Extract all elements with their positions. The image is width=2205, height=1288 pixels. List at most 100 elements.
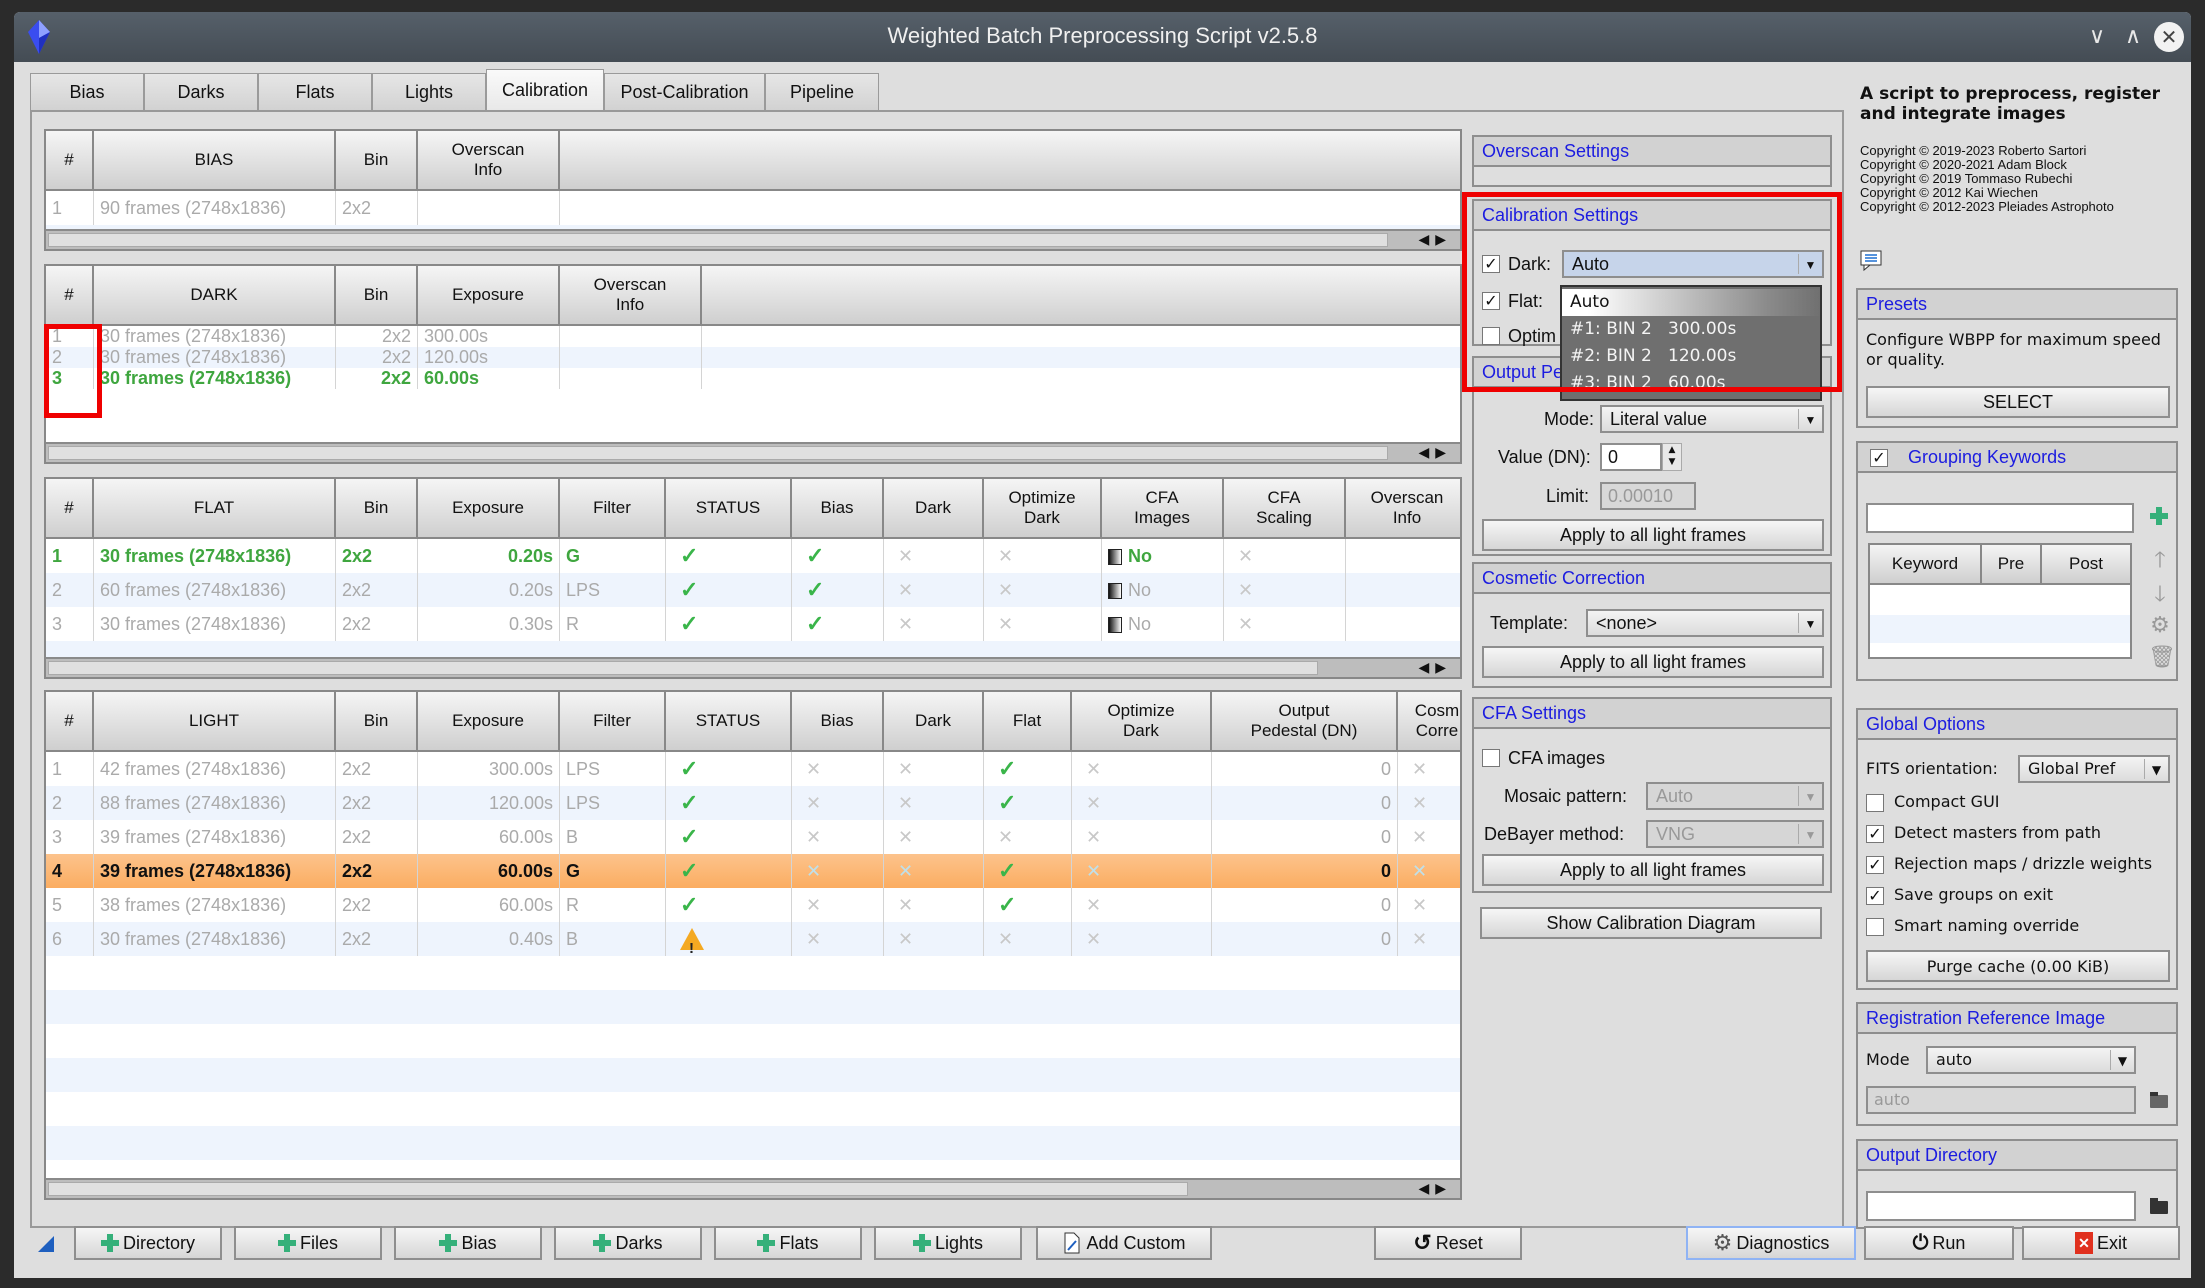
grouping-keywords-checkbox[interactable]: ✓ <box>1870 449 1888 467</box>
maximize-button[interactable]: ∧ <box>2118 22 2148 52</box>
registration-path-input[interactable]: auto <box>1866 1086 2136 1114</box>
table-row[interactable]: 630 frames (2748x1836)2x20.40sB ✕ ✕ ✕ ✕ 0 ✕ <box>46 922 1460 956</box>
col-header-bin[interactable]: Bin <box>336 266 418 324</box>
col-header[interactable]: Filter <box>560 692 666 750</box>
cfa-images-checkbox[interactable] <box>1482 749 1500 767</box>
tab-calibration[interactable]: Calibration <box>486 69 604 111</box>
option-checkbox[interactable]: ✓ <box>1866 825 1884 843</box>
col-header[interactable]: CFA Scaling <box>1224 479 1346 537</box>
col-header-overscan[interactable]: Overscan Info <box>560 266 702 324</box>
fits-orientation-select[interactable]: Global Pref ▼ <box>2018 755 2170 783</box>
apply-cfa-button[interactable]: Apply to all light frames <box>1482 854 1824 886</box>
scroll-thumb[interactable] <box>48 446 1388 460</box>
col-header-num[interactable]: # <box>46 266 94 324</box>
scroll-arrows-icon[interactable]: ◀▶ <box>1418 1180 1452 1198</box>
scroll-thumb[interactable] <box>48 233 1388 247</box>
debayer-method-select[interactable]: VNG ▼ <box>1646 820 1824 848</box>
col-header[interactable]: Dark <box>884 479 984 537</box>
pedestal-mode-select[interactable]: Literal value ▼ <box>1600 405 1824 433</box>
option-checkbox[interactable] <box>1866 918 1884 936</box>
table-row[interactable]: 3 30 frames (2748x1836) 2x2 0.30s R ✓ ✓ ✕ ✕ No ✕ <box>46 607 1460 641</box>
add-bias-button[interactable]: Bias <box>394 1226 542 1260</box>
table-row[interactable]: 1 90 frames (2748x1836) 2x2 <box>46 191 1460 225</box>
col-header[interactable]: STATUS <box>666 479 792 537</box>
table-row[interactable]: 1 30 frames (2748x1836) 2x2 300.00s <box>46 326 1460 347</box>
col-header[interactable]: STATUS <box>666 692 792 750</box>
table-row[interactable]: 2 30 frames (2748x1836) 2x2 120.00s <box>46 347 1460 368</box>
col-header[interactable]: Exposure <box>418 692 560 750</box>
add-darks-button[interactable]: Darks <box>554 1226 702 1260</box>
col-header[interactable]: Cosm Corre <box>1398 692 1460 750</box>
table-row-selected[interactable]: 4 39 frames (2748x1836) 2x2 60.00s G ✓ ✕ ✕ ✓ ✕ 0 ✕ <box>46 854 1460 888</box>
col-header[interactable]: Output Pedestal (DN) <box>1212 692 1398 750</box>
folder-icon[interactable] <box>2150 1092 2168 1108</box>
keyword-input[interactable] <box>1866 503 2134 533</box>
col-header[interactable]: Filter <box>560 479 666 537</box>
table-row[interactable]: 2 60 frames (2748x1836) 2x2 0.20s LPS ✓ ✓ ✕ ✕ No ✕ <box>46 573 1460 607</box>
col-header[interactable]: FLAT <box>94 479 336 537</box>
add-flats-button[interactable]: Flats <box>714 1226 862 1260</box>
col-header[interactable]: Bin <box>336 692 418 750</box>
run-button[interactable]: ⏻ Run <box>1864 1226 2014 1260</box>
col-header[interactable]: LIGHT <box>94 692 336 750</box>
table-row[interactable]: 3 39 frames (2748x1836) 2x2 60.00s B ✓ ✕ ✕ ✕ ✕ 0 ✕ <box>46 820 1460 854</box>
col-header[interactable]: # <box>46 692 94 750</box>
option-checkbox[interactable] <box>1866 794 1884 812</box>
limit-input[interactable]: 0.00010 <box>1600 482 1696 510</box>
tab-post-calibration[interactable]: Post-Calibration <box>604 73 765 110</box>
col-header[interactable]: Overscan Info <box>1346 479 1460 537</box>
tab-darks[interactable]: Darks <box>144 73 258 110</box>
col-header[interactable]: Bin <box>336 479 418 537</box>
option-checkbox[interactable]: ✓ <box>1866 856 1884 874</box>
scroll-arrows-icon[interactable]: ◀▶ <box>1418 231 1452 249</box>
cosmetic-template-select[interactable]: <none> ▼ <box>1586 609 1824 637</box>
tab-bias[interactable]: Bias <box>30 73 144 110</box>
value-spinner[interactable]: ▲ ▼ <box>1662 443 1682 471</box>
dark-table-hscrollbar[interactable]: ◀▶ <box>46 442 1460 462</box>
col-header-bin[interactable]: Bin <box>336 131 418 189</box>
minimize-button[interactable]: ∨ <box>2082 22 2112 52</box>
gear-icon[interactable]: ⚙ <box>2148 613 2172 638</box>
col-header[interactable]: # <box>46 479 94 537</box>
col-header[interactable]: Flat <box>984 692 1072 750</box>
col-header-keyword[interactable]: Keyword <box>1870 545 1982 583</box>
pedestal-value-input[interactable]: 0 <box>1600 443 1662 471</box>
option-checkbox[interactable]: ✓ <box>1866 887 1884 905</box>
col-header-bias[interactable]: BIAS <box>94 131 336 189</box>
close-button[interactable]: ✕ <box>2154 22 2184 52</box>
table-row[interactable]: 1 42 frames (2748x1836) 2x2 300.00s LPS ✓ ✕ ✕ ✓ ✕… <box>46 752 1460 786</box>
registration-mode-select[interactable]: auto ▼ <box>1926 1046 2136 1074</box>
exit-button[interactable]: ✕ Exit <box>2022 1226 2180 1260</box>
tab-lights[interactable]: Lights <box>372 73 486 110</box>
col-header[interactable]: Bias <box>792 479 884 537</box>
trash-icon[interactable]: 🗑 <box>2148 645 2176 670</box>
scroll-arrows-icon[interactable]: ◀▶ <box>1418 444 1452 462</box>
col-header[interactable]: Optimize Dark <box>1072 692 1212 750</box>
overscan-settings-title[interactable]: Overscan Settings <box>1474 137 1830 167</box>
scroll-thumb[interactable] <box>48 1182 1188 1196</box>
col-header[interactable]: Bias <box>792 692 884 750</box>
scroll-thumb[interactable] <box>48 661 1318 675</box>
show-calibration-diagram-button[interactable]: Show Calibration Diagram <box>1480 907 1822 939</box>
tab-flats[interactable]: Flats <box>258 73 372 110</box>
flat-table-hscrollbar[interactable]: ◀▶ <box>46 657 1460 677</box>
add-keyword-icon[interactable] <box>2150 507 2168 530</box>
apply-pedestal-button[interactable]: Apply to all light frames <box>1482 519 1824 551</box>
col-header[interactable]: Optimize Dark <box>984 479 1102 537</box>
table-row[interactable]: 2 88 frames (2748x1836) 2x2 120.00s LPS ✓ ✕ ✕ ✓ ✕… <box>46 786 1460 820</box>
chat-info-icon[interactable] <box>1860 250 1884 272</box>
purge-cache-button[interactable]: Purge cache (0.00 KiB) <box>1866 950 2170 982</box>
scroll-arrows-icon[interactable]: ◀▶ <box>1418 659 1452 677</box>
col-header-num[interactable]: # <box>46 131 94 189</box>
col-header-post[interactable]: Post <box>2042 545 2130 583</box>
col-header-exposure[interactable]: Exposure <box>418 266 560 324</box>
output-directory-input[interactable] <box>1866 1191 2136 1221</box>
table-row[interactable]: 3 30 frames (2748x1836) 2x2 60.00s <box>46 368 1460 389</box>
bias-table-hscrollbar[interactable]: ◀▶ <box>46 229 1460 249</box>
arrow-up-icon[interactable]: 🡑 <box>2148 543 2172 581</box>
table-row[interactable]: 1 30 frames (2748x1836) 2x2 0.20s G ✓ ✓ ✕ ✕ No ✕ <box>46 539 1460 573</box>
add-directory-button[interactable]: Directory <box>74 1226 222 1260</box>
diagnostics-button[interactable]: ⚙ Diagnostics <box>1686 1226 1856 1260</box>
arrow-down-icon[interactable]: 🡓 <box>2148 577 2172 615</box>
col-header[interactable]: Exposure <box>418 479 560 537</box>
